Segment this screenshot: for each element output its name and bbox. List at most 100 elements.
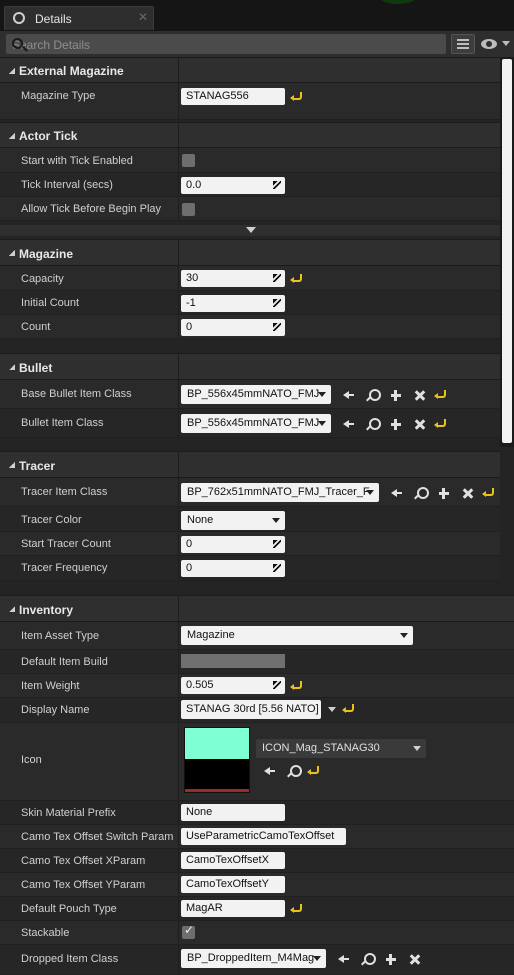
browse-icon[interactable]	[286, 764, 302, 778]
expand-arrow-icon	[9, 68, 15, 74]
icon-thumbnail[interactable]	[184, 727, 250, 793]
reset-to-default-icon[interactable]	[307, 766, 319, 775]
divider	[178, 291, 179, 314]
item-weight-field[interactable]: 0.505	[181, 677, 285, 694]
clear-icon[interactable]	[413, 417, 427, 431]
tracer-class-combo[interactable]: BP_762x51mmNATO_FMJ_Tracer_F	[181, 483, 379, 502]
camo-x-param-field[interactable]: CamoTexOffsetX	[181, 852, 285, 869]
reset-to-default-icon[interactable]	[290, 681, 302, 690]
category-inventory[interactable]: Inventory	[0, 595, 514, 622]
close-icon[interactable]: ✕	[138, 10, 148, 24]
default-item-build-field[interactable]	[181, 654, 285, 668]
reset-to-default-icon[interactable]	[434, 419, 446, 428]
list-icon	[457, 47, 469, 49]
property-row: Default Item Build	[0, 650, 514, 674]
use-selected-icon[interactable]	[262, 764, 276, 778]
tracer-color-combo[interactable]: None	[181, 511, 285, 530]
use-selected-icon[interactable]	[389, 486, 403, 500]
property-row: Base Bullet Item Class BP_556x45mmNATO_F…	[0, 380, 500, 409]
reset-to-default-icon[interactable]	[290, 92, 302, 101]
item-asset-type-combo[interactable]: Magazine	[181, 626, 413, 645]
property-label: Allow Tick Before Begin Play	[21, 203, 162, 215]
property-label: Camo Tex Offset Switch Param	[21, 831, 174, 843]
display-name-field[interactable]: STANAG 30rd [5.56 NATO]	[181, 700, 321, 719]
use-selected-icon[interactable]	[341, 417, 355, 431]
divider	[178, 83, 179, 119]
reset-to-default-icon[interactable]	[482, 488, 494, 497]
property-matrix-button[interactable]	[451, 34, 475, 54]
divider	[178, 240, 179, 265]
property-row: Start with Tick Enabled	[0, 148, 500, 173]
default-pouch-type-field[interactable]: MagAR	[181, 900, 285, 917]
capacity-field[interactable]: 30	[181, 270, 285, 287]
browse-icon[interactable]	[365, 417, 381, 431]
property-row: Display Name STANAG 30rd [5.56 NATO]	[0, 698, 514, 723]
chevron-down-icon[interactable]	[502, 41, 510, 46]
add-icon[interactable]	[389, 388, 403, 402]
divider	[178, 945, 179, 974]
search-input[interactable]: Search Details	[6, 34, 446, 54]
property-row: Magazine Type STANAG556	[0, 83, 500, 120]
count-field[interactable]: 0	[181, 319, 285, 336]
camo-switch-param-field[interactable]: UseParametricCamoTexOffset	[181, 828, 346, 845]
icon-asset-combo[interactable]: ICON_Mag_STANAG30	[256, 739, 426, 758]
property-row: Default Pouch Type MagAR	[0, 897, 514, 921]
tab-label: Details	[35, 12, 72, 26]
add-icon[interactable]	[384, 952, 398, 966]
property-row: Tracer Frequency 0	[0, 556, 500, 581]
category-actor-tick[interactable]: Actor Tick	[0, 122, 500, 148]
browse-icon[interactable]	[360, 952, 376, 966]
skin-material-prefix-field[interactable]: None	[181, 804, 285, 821]
initial-count-field[interactable]: -1	[181, 295, 285, 312]
reset-to-default-icon[interactable]	[342, 704, 354, 713]
expand-arrow-icon	[9, 462, 15, 468]
tick-interval-field[interactable]: 0.0	[181, 177, 285, 194]
property-row: Initial Count -1	[0, 291, 500, 315]
divider	[178, 197, 179, 220]
property-row: Tracer Color None	[0, 507, 500, 532]
clear-icon[interactable]	[461, 486, 475, 500]
category-title: Inventory	[19, 603, 74, 617]
category-bullet[interactable]: Bullet	[0, 353, 500, 380]
base-bullet-class-combo[interactable]: BP_556x45mmNATO_FMJ	[181, 385, 331, 404]
start-with-tick-checkbox[interactable]	[182, 154, 195, 167]
category-magazine[interactable]: Magazine	[0, 239, 500, 266]
property-label: Count	[21, 321, 51, 333]
expand-arrow-icon	[9, 606, 15, 612]
bullet-class-combo[interactable]: BP_556x45mmNATO_FMJ	[181, 414, 331, 433]
clear-icon[interactable]	[413, 388, 427, 402]
divider	[178, 825, 179, 848]
add-icon[interactable]	[389, 417, 403, 431]
eye-icon[interactable]	[481, 39, 497, 49]
allow-tick-checkbox[interactable]	[182, 203, 195, 216]
category-external-magazine[interactable]: External Magazine	[0, 57, 500, 83]
search-icon[interactable]	[12, 38, 23, 49]
divider	[178, 148, 179, 172]
stackable-checkbox[interactable]	[182, 923, 195, 939]
scrollbar[interactable]	[500, 57, 514, 447]
use-selected-icon[interactable]	[341, 388, 355, 402]
magazine-type-field[interactable]: STANAG556	[181, 88, 285, 105]
property-label: Tracer Item Class	[21, 486, 108, 498]
add-icon[interactable]	[437, 486, 451, 500]
chevron-down-icon[interactable]	[328, 707, 336, 712]
tab-details[interactable]: Details ✕	[4, 6, 154, 30]
dropped-item-class-combo[interactable]: BP_DroppedItem_M4Mag	[181, 949, 326, 968]
category-tracer[interactable]: Tracer	[0, 451, 500, 478]
browse-icon[interactable]	[413, 486, 429, 500]
browse-icon[interactable]	[365, 388, 381, 402]
start-tracer-count-field[interactable]: 0	[181, 536, 285, 553]
divider	[178, 849, 179, 872]
reset-to-default-icon[interactable]	[290, 904, 302, 913]
divider	[178, 532, 179, 555]
reset-to-default-icon[interactable]	[434, 390, 446, 399]
use-selected-icon[interactable]	[336, 952, 350, 966]
tab-bar: Details ✕	[0, 0, 514, 31]
camo-y-param-field[interactable]: CamoTexOffsetY	[181, 876, 285, 893]
clear-icon[interactable]	[408, 952, 422, 966]
scrollbar-thumb[interactable]	[502, 59, 512, 443]
property-label: Magazine Type	[21, 90, 96, 102]
tracer-frequency-field[interactable]: 0	[181, 560, 285, 577]
reset-to-default-icon[interactable]	[290, 274, 302, 283]
advanced-expander[interactable]	[0, 225, 500, 236]
